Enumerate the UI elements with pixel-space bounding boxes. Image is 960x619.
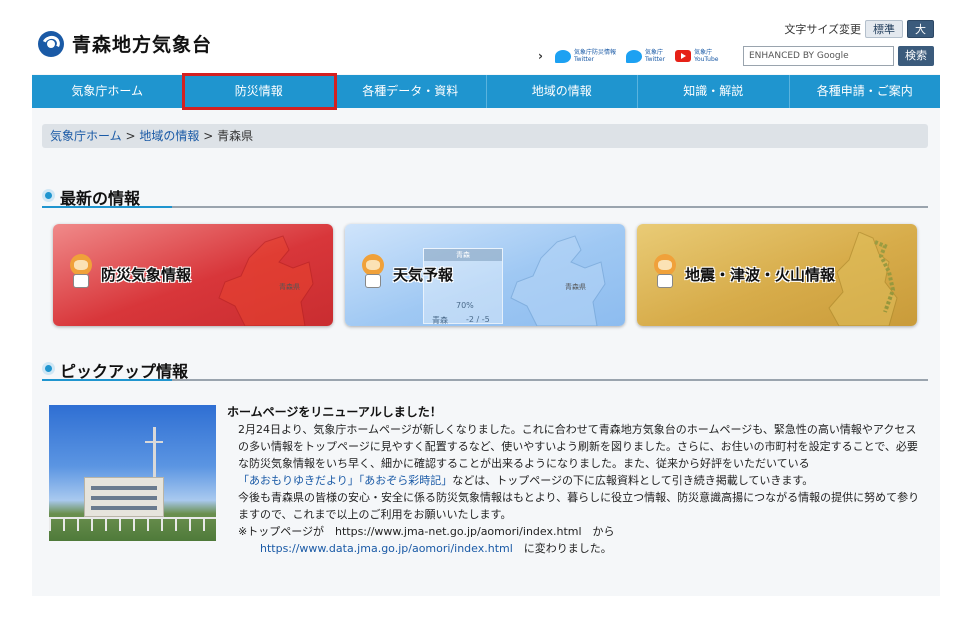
card-label: 防災気象情報 [101,266,192,284]
social-links: › 気象庁防災情報 Twitter 気象庁 Twitter 気象庁 YouTub… [538,45,728,67]
social-label-line2: YouTube [694,56,719,63]
font-size-control: 文字サイズ変更 標準 大 [784,20,934,38]
precip-probability: 70% [456,301,474,310]
latest-info-heading: 最新の情報 [42,184,928,208]
pickup-note: ※トップページが https://www.jma-net.go.jp/aomor… [238,525,615,538]
weather-panel-header: 青森 [424,249,502,261]
link-aomori-yukidayori[interactable]: 「あおもりゆきだより」 [238,474,359,487]
card-bousai-info[interactable]: 青森県 防災気象情報 [53,224,333,326]
link-aozora-saijiki[interactable]: 「あおぞら彩時記」 [359,474,453,487]
mascot-icon [67,254,95,288]
site-header: 青森地方気象台 文字サイズ変更 標準 大 › 気象庁防災情報 Twitter 気… [32,12,940,74]
card-earthquake-tsunami-volcano[interactable]: 地震・津波・火山情報 [637,224,917,326]
youtube-icon [675,50,692,62]
pickup-paragraph: 2月24日より、気象庁ホームページが新しくなりました。これに合わせて青森地方気象… [238,423,918,487]
twitter-icon [625,49,642,63]
weather-city: 青森 [432,316,448,325]
pickup-info-heading: ピックアップ情報 [42,357,928,381]
card-label: 地震・津波・火山情報 [685,266,836,284]
social-label-line2: Twitter [573,56,595,63]
nav-item-data[interactable]: 各種データ・資料 [335,75,487,108]
social-link-jma-bosai-twitter[interactable]: 気象庁防災情報 Twitter [554,49,616,63]
card-weather-forecast[interactable]: 青森県 青森 70% 青森 -2 / -5 天気予報 [345,224,625,326]
card-label: 天気予報 [393,266,454,284]
nav-item-jma-home[interactable]: 気象庁ホーム [32,75,184,108]
social-label-line2: Twitter [644,56,666,63]
chevron-right-icon: › [538,49,543,63]
breadcrumb-home[interactable]: 気象庁ホーム [50,129,122,143]
aomori-map-icon [218,235,314,326]
pickup-paragraph: 今後も青森県の皆様の安心・安全に係る防災気象情報はもとより、暮らしに役立つ情報、… [238,491,920,521]
search-input[interactable]: ENHANCED BY Google [743,46,894,66]
global-nav: 気象庁ホーム 防災情報 各種データ・資料 地域の情報 知識・解説 各種申請・ご案… [32,73,941,110]
nav-item-applications[interactable]: 各種申請・ご案内 [790,75,941,108]
pickup-body: 2月24日より、気象庁ホームページが新しくなりました。これに合わせて青森地方気象… [227,421,925,557]
social-label-line1: 気象庁 [694,49,713,56]
font-size-standard-button[interactable]: 標準 [865,20,903,38]
site-logo[interactable]: 青森地方気象台 [38,30,212,57]
weather-temp: -2 / -5 [466,315,490,324]
map-city-label: 青森県 [279,283,300,291]
breadcrumb-separator: > [125,129,136,143]
map-city-label: 青森県 [565,283,586,291]
breadcrumb-separator: > [203,129,214,143]
weather-panel: 青森 70% 青森 -2 / -5 [423,248,503,325]
page: 青森地方気象台 文字サイズ変更 標準 大 › 気象庁防災情報 Twitter 気… [32,12,940,596]
aomori-map-icon [510,235,606,326]
bullet-icon [42,362,55,375]
breadcrumb: 気象庁ホーム > 地域の情報 > 青森県 [42,124,928,148]
social-link-jma-twitter[interactable]: 気象庁 Twitter [625,49,666,63]
font-size-large-button[interactable]: 大 [907,20,934,38]
nav-item-knowledge[interactable]: 知識・解説 [638,75,790,108]
pickup-note-new-url: https://www.data.jma.go.jp/aomori/index.… [260,542,612,555]
font-size-label: 文字サイズ変更 [784,23,861,36]
observatory-photo [49,405,216,541]
mascot-icon [359,254,387,288]
social-label-line1: 気象庁 [644,49,663,56]
nav-item-region[interactable]: 地域の情報 [487,75,638,108]
search-button[interactable]: 検索 [898,46,934,66]
social-link-jma-youtube[interactable]: 気象庁 YouTube [675,49,718,63]
pickup-title: ホームページをリニューアルしました！ [227,405,442,419]
bullet-icon [42,189,55,202]
breadcrumb-current: 青森県 [217,129,254,143]
twitter-icon [554,49,571,63]
social-label-line1: 気象庁防災情報 [573,49,616,56]
site-title: 青森地方気象台 [72,34,213,56]
nav-item-bousai[interactable]: 防災情報 [181,73,337,110]
link-new-top-page[interactable]: https://www.data.jma.go.jp/aomori/index.… [260,542,513,555]
mascot-icon [651,254,679,288]
jma-logo-icon [38,30,64,57]
breadcrumb-region[interactable]: 地域の情報 [139,129,199,143]
